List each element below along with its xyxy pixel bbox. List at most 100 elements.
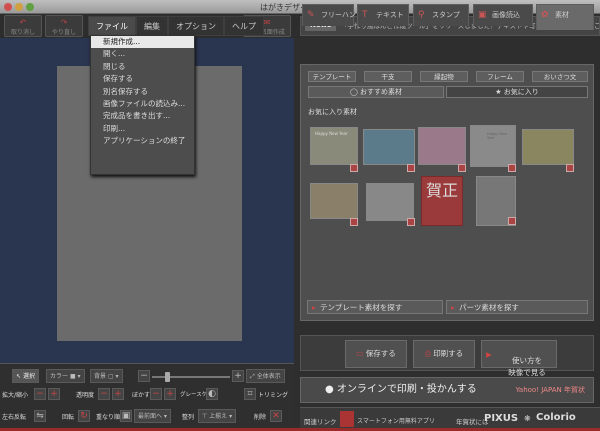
shrink-button[interactable]: − bbox=[34, 388, 46, 400]
zoom-in-button[interactable]: + bbox=[232, 370, 244, 382]
menu-item-export[interactable]: 完成品を書き出す... bbox=[91, 110, 194, 122]
trim-icon[interactable]: ⌗ bbox=[244, 388, 256, 400]
trim-label[interactable]: トリミング bbox=[258, 390, 288, 399]
menu-item-save-as[interactable]: 別名保存する bbox=[91, 86, 194, 98]
material-1-seal-icon bbox=[350, 164, 358, 172]
rotate-label: 回転 bbox=[62, 414, 75, 421]
document-icon: ▭ bbox=[356, 349, 364, 358]
howto-label: 使い方を 映像で見る bbox=[508, 356, 546, 377]
redo-button[interactable]: ↷ やり直し bbox=[45, 15, 83, 37]
category-zodiac[interactable]: 干支 bbox=[364, 71, 412, 82]
pixus-link[interactable]: PIXUS bbox=[484, 413, 518, 424]
color-label: カラー bbox=[50, 373, 69, 380]
align-icon: ⊤ bbox=[202, 413, 208, 420]
pencil-icon: ✎ bbox=[307, 10, 315, 20]
print-button[interactable]: ⎙ 印刷する bbox=[413, 340, 475, 368]
delete-button[interactable]: ✕ bbox=[270, 410, 282, 422]
opacity-minus-button[interactable]: − bbox=[98, 388, 110, 400]
enlarge-button[interactable]: + bbox=[48, 388, 60, 400]
material-thumb-5[interactable] bbox=[522, 129, 574, 165]
zoom-slider[interactable] bbox=[152, 376, 230, 378]
menu-item-quit[interactable]: アプリケーションの終了 bbox=[91, 135, 194, 147]
find-parts-button[interactable]: ▸ パーツ素材を探す bbox=[446, 300, 588, 314]
tab-text-label: テキスト bbox=[376, 11, 404, 19]
order-dropdown[interactable]: 最前面へ ▾ bbox=[134, 409, 171, 423]
subtab-favorites[interactable]: ★ お気に入り bbox=[446, 86, 588, 98]
material-thumb-6[interactable] bbox=[310, 183, 358, 219]
redo-icon: ↷ bbox=[60, 18, 68, 27]
app-icon[interactable] bbox=[340, 411, 354, 427]
cursor-icon: ↖ bbox=[16, 373, 22, 380]
category-lucky[interactable]: 縁起物 bbox=[420, 71, 468, 82]
zoom-out-button[interactable]: − bbox=[138, 370, 150, 382]
undo-button[interactable]: ↶ 取り消し bbox=[4, 15, 42, 37]
menu-item-import-image[interactable]: 画像ファイルの読込み... bbox=[91, 98, 194, 110]
flip-label: 左右反転 bbox=[2, 414, 27, 421]
menu-item-print[interactable]: 印刷... bbox=[91, 123, 194, 135]
howto-video-button[interactable]: ▶ 使い方を 映像で見る bbox=[481, 340, 557, 377]
colorio-icon: ❋ bbox=[524, 414, 531, 423]
subtab-recommended[interactable]: ◯ おすすめ素材 bbox=[308, 86, 444, 98]
align-dropdown[interactable]: ⊤ 上揃え ▾ bbox=[198, 409, 237, 423]
tab-text[interactable]: T テキスト bbox=[357, 4, 409, 26]
tab-materials[interactable]: ✿ 素材 bbox=[536, 4, 594, 30]
blur-plus-button[interactable]: + bbox=[164, 388, 176, 400]
tab-freehand[interactable]: ✎ フリーハンド bbox=[302, 4, 363, 26]
smartphone-app-link[interactable]: スマートフォン用無料アプリ bbox=[357, 416, 435, 425]
select-tool-label: 選択 bbox=[22, 373, 35, 380]
colorio-link[interactable]: Colorio bbox=[536, 412, 576, 423]
menu-help[interactable]: ヘルプ bbox=[224, 16, 264, 36]
category-greeting[interactable]: おいさつ文 bbox=[532, 71, 588, 82]
menu-item-new[interactable]: 新規作成... bbox=[91, 36, 194, 49]
background-dropdown[interactable]: 背景 ▢ ▾ bbox=[90, 369, 123, 383]
color-dropdown[interactable]: カラー ■ ▾ bbox=[46, 369, 85, 383]
material-2-seal-icon bbox=[407, 164, 415, 172]
grayscale-button[interactable]: ◐ bbox=[206, 388, 218, 400]
find-template-button[interactable]: ▸ テンプレート素材を探す bbox=[307, 300, 443, 314]
material-5-seal-icon bbox=[566, 164, 574, 172]
material-thumb-8[interactable]: 賀正 bbox=[421, 176, 463, 226]
print-label: 印刷する bbox=[433, 349, 464, 358]
material-thumb-7[interactable] bbox=[366, 183, 414, 221]
yahoo-nengajo-logo: Yahoo! JAPAN 年賀状 bbox=[515, 386, 585, 394]
material-thumb-1[interactable]: Happy New Year bbox=[310, 127, 358, 165]
action-buttons: ▭ 保存する ⎙ 印刷する ▶ 使い方を 映像で見る bbox=[300, 335, 594, 377]
menu-item-save[interactable]: 保存する bbox=[91, 73, 194, 85]
image-icon: ▣ bbox=[478, 10, 487, 20]
blur-minus-button[interactable]: − bbox=[150, 388, 162, 400]
arrow-right-icon: ▸ bbox=[312, 303, 316, 312]
order-icon[interactable]: ▣ bbox=[120, 410, 132, 422]
menu-bar: ファイル 編集 オプション ヘルプ bbox=[88, 16, 264, 36]
printer-icon: ⎙ bbox=[424, 349, 431, 358]
category-frame[interactable]: フレーム bbox=[476, 71, 524, 82]
save-button[interactable]: ▭ 保存する bbox=[345, 340, 407, 368]
menu-item-close[interactable]: 閉じる bbox=[91, 61, 194, 73]
tab-stamp[interactable]: ⚲ スタンプ bbox=[413, 4, 469, 26]
fit-display-button[interactable]: ⤢ 全体表示 bbox=[246, 369, 285, 383]
tab-image-import[interactable]: ▣ 画像読込 bbox=[473, 4, 533, 26]
undo-label: 取り消し bbox=[10, 29, 35, 36]
material-thumb-2[interactable] bbox=[363, 129, 415, 165]
star-icon: ★ bbox=[495, 88, 502, 96]
tab-materials-label: 素材 bbox=[555, 11, 569, 19]
material-thumb-3[interactable] bbox=[418, 127, 466, 165]
menu-options[interactable]: オプション bbox=[168, 16, 224, 36]
select-tool-button[interactable]: ↖ 選択 bbox=[12, 369, 39, 383]
speech-icon: ◯ bbox=[349, 88, 358, 96]
rotate-button[interactable]: ↻ bbox=[78, 410, 90, 422]
menu-file[interactable]: ファイル bbox=[88, 16, 136, 36]
menu-item-open[interactable]: 開く... bbox=[91, 48, 194, 60]
category-template[interactable]: テンプレート bbox=[308, 71, 356, 82]
redo-label: やり直し bbox=[51, 29, 76, 36]
flip-button[interactable]: ⇋ bbox=[34, 410, 46, 422]
text-icon: T bbox=[362, 10, 368, 20]
stamp-icon: ⚲ bbox=[418, 10, 425, 20]
menu-edit[interactable]: 編集 bbox=[136, 16, 168, 36]
arrow-right-icon: ▸ bbox=[451, 303, 455, 312]
fit-display-label: 全体表示 bbox=[256, 373, 281, 380]
opacity-plus-button[interactable]: + bbox=[112, 388, 124, 400]
material-thumb-4[interactable]: Happy New Year bbox=[470, 125, 516, 167]
online-print-banner[interactable]: ● オンラインで印刷・投かんする Yahoo! JAPAN 年賀状 bbox=[300, 377, 594, 403]
zoom-slider-handle[interactable] bbox=[165, 372, 170, 382]
tools-row-2: 拡大/縮小 − + 透明度 − + ぼかす − + グレースケール ◐ ⌗ トリ… bbox=[0, 386, 294, 406]
